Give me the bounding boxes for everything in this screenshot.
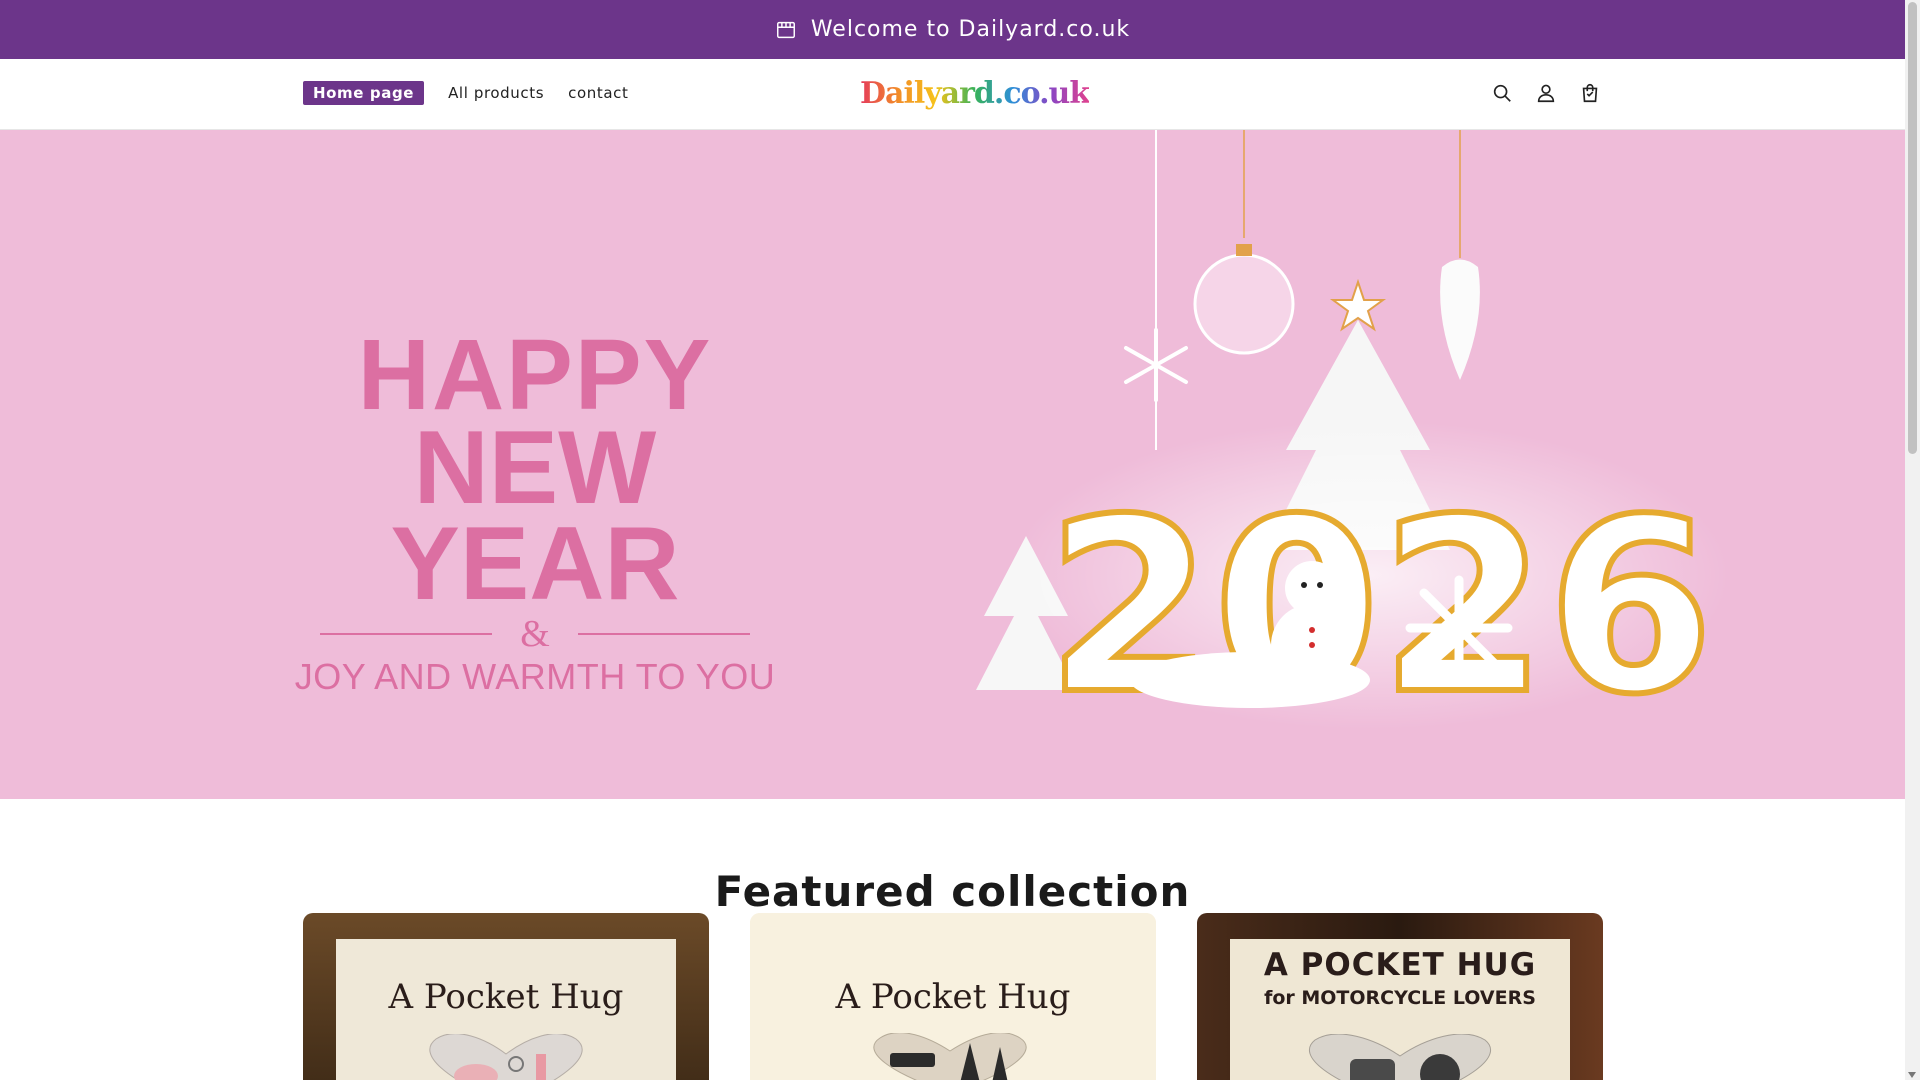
account-icon[interactable] [1534,81,1558,105]
hero-ampersand: & [520,613,550,655]
search-icon[interactable] [1490,81,1514,105]
pocket-hug-heart [429,1034,583,1080]
product-image: A Pocket Hug [336,939,676,1080]
product-card[interactable]: A Pocket Hug [303,913,709,1080]
storefront-page: Welcome to Dailyard.co.uk Home page All … [0,0,1905,1080]
hero-line-happy: HAPPY [357,319,713,431]
shop-icon [776,21,795,38]
announcement-bar: Welcome to Dailyard.co.uk [0,0,1905,59]
divider-rule-right [577,633,750,635]
header-icons [1490,81,1602,105]
year-2026: 2026 [1046,467,1714,747]
page-scrollbar[interactable] [1905,0,1920,1080]
pocket-hug-heart [873,1033,1027,1080]
nav-contact[interactable]: contact [568,84,628,102]
nav-all-products[interactable]: All products [448,84,544,102]
product-card[interactable]: A Pocket Hug [750,913,1156,1080]
scroll-down-arrow-icon[interactable] [1908,1072,1916,1078]
announcement-text: Welcome to Dailyard.co.uk [810,17,1131,42]
product-card[interactable]: A POCKET HUG for MOTORCYCLE LOVERS [1197,913,1603,1080]
snowflake-ornament [1124,328,1188,402]
site-logo[interactable]: Dailyard.co.uk [860,71,1090,115]
icicle-ornament [1440,259,1480,380]
divider-rule-left [320,633,493,635]
hero-message: HAPPY NEW YEAR & JOY AND WARMTH TO YOU [270,319,800,698]
product-title: A Pocket Hug [388,977,624,1017]
hero-divider: & [270,614,800,654]
product-image: A Pocket Hug [750,913,1156,1080]
hero-line-joy: JOY AND WARMTH TO YOU [294,656,776,697]
site-header: Home page All products contact Dailyard.… [0,59,1905,130]
product-subtitle: for MOTORCYCLE LOVERS [1264,987,1536,1009]
hero-banner[interactable]: HAPPY NEW YEAR & JOY AND WARMTH TO YOU 2… [0,130,1905,799]
product-title: A POCKET HUG [1263,947,1537,983]
cart-icon[interactable] [1578,81,1602,105]
new-year-illustration: 2026 [976,130,1730,750]
nav-home[interactable]: Home page [303,81,425,105]
main-nav: Home page All products contact [303,81,628,105]
pocket-hug-heart [1308,1034,1492,1080]
logo-text: Dailyard.co.uk [860,75,1090,111]
featured-collection-title: Featured collection [714,866,1191,916]
snowflake-decoration [1405,575,1513,680]
scrollbar-thumb[interactable] [1908,2,1917,454]
product-image: A POCKET HUG for MOTORCYCLE LOVERS [1230,939,1570,1080]
hero-line-new-year: NEW YEAR [390,410,680,622]
product-grid: A Pocket Hug A Pocket Hug A POCKET HUG f… [303,913,1603,1080]
product-title: A Pocket Hug [835,977,1071,1017]
glass-ball-ornament [1193,253,1295,355]
